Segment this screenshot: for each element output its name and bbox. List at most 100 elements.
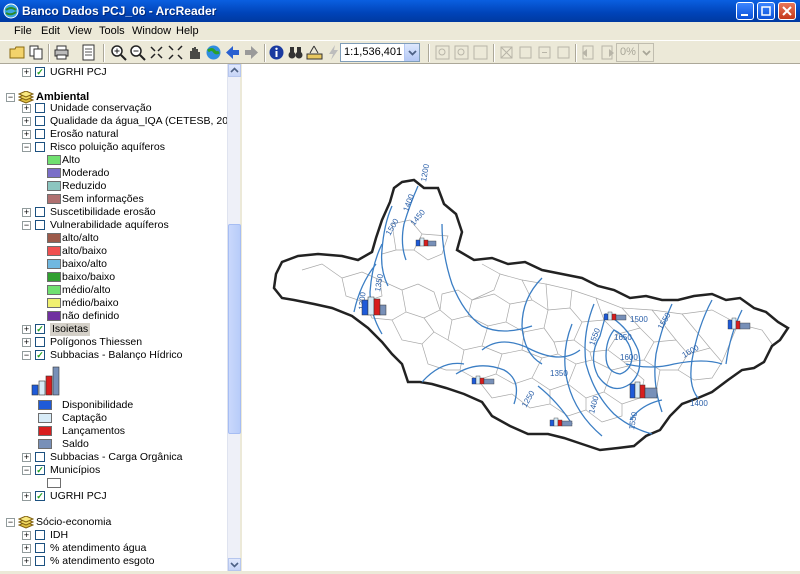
open-button[interactable]: [9, 44, 26, 61]
layer-label[interactable]: Polígonos Thiessen: [50, 336, 142, 349]
zoom-in-button[interactable]: [110, 44, 127, 61]
layout-pan-button[interactable]: [472, 44, 489, 61]
layer-label[interactable]: Vulnerabilidade aquíferos: [50, 219, 169, 232]
close-button[interactable]: [778, 2, 796, 20]
layer-checkbox[interactable]: [35, 337, 45, 347]
layer-checkbox[interactable]: [35, 556, 45, 566]
legend-class: médio/baixo: [0, 297, 227, 310]
identify-button[interactable]: [268, 44, 285, 61]
layer-label[interactable]: % atendimento esgoto: [50, 555, 155, 568]
toc-scrollbar[interactable]: [227, 64, 241, 571]
fixed-layout-zoom-out-button[interactable]: [555, 44, 572, 61]
menu-edit[interactable]: Edit: [41, 25, 60, 37]
expand-button[interactable]: +: [22, 544, 31, 553]
layer-label[interactable]: % atendimento água: [50, 542, 146, 555]
expand-button[interactable]: +: [22, 130, 31, 139]
print-button[interactable]: [53, 44, 70, 61]
layer-label[interactable]: UGRHI PCJ: [50, 66, 107, 79]
menu-help[interactable]: Help: [176, 25, 199, 37]
forward-button[interactable]: [243, 44, 260, 61]
zoom-100-button[interactable]: [517, 44, 534, 61]
scroll-down-button[interactable]: [228, 558, 241, 571]
menu-tools[interactable]: Tools: [99, 25, 125, 37]
find-button[interactable]: [287, 44, 304, 61]
expand-button[interactable]: +: [22, 325, 31, 334]
layer-checkbox[interactable]: [35, 530, 45, 540]
map-view[interactable]: 1200 1400 1450 1500 1350 1300 1550 1650 …: [242, 64, 800, 571]
basin-map[interactable]: 1200 1400 1450 1500 1350 1300 1550 1650 …: [242, 64, 800, 571]
layer-checkbox[interactable]: ✓: [35, 350, 45, 360]
fixed-zoom-in-button[interactable]: [148, 44, 165, 61]
layer-checkbox[interactable]: [35, 543, 45, 553]
scroll-thumb[interactable]: [228, 224, 241, 434]
layer-label[interactable]: Unidade conservação: [50, 102, 152, 115]
fixed-layout-zoom-in-button[interactable]: [536, 44, 553, 61]
expand-button[interactable]: +: [22, 104, 31, 113]
layer-checkbox[interactable]: ✓: [35, 324, 45, 334]
expand-button[interactable]: +: [22, 117, 31, 126]
layer-checkbox[interactable]: ✓: [35, 67, 45, 77]
layer-checkbox[interactable]: ✓: [35, 465, 45, 475]
layer-checkbox[interactable]: [35, 116, 45, 126]
collapse-button[interactable]: −: [6, 518, 15, 527]
layer-label[interactable]: Qualidade da água_IQA (CETESB, 2005): [50, 115, 239, 128]
zoom-out-button[interactable]: [129, 44, 146, 61]
zoom-whole-page-button[interactable]: [498, 44, 515, 61]
layer-label[interactable]: UGRHI PCJ: [50, 490, 107, 503]
transparency-combo[interactable]: 0%: [616, 43, 654, 62]
chevron-down-icon: [408, 50, 417, 56]
minimize-button[interactable]: [736, 2, 754, 20]
expand-button[interactable]: +: [22, 492, 31, 501]
menu-bar: File Edit View Tools Window Help: [0, 22, 800, 40]
menu-window[interactable]: Window: [132, 25, 171, 37]
fixed-zoom-out-button[interactable]: [167, 44, 184, 61]
expand-button[interactable]: +: [22, 68, 31, 77]
menu-view[interactable]: View: [68, 25, 92, 37]
expand-button[interactable]: +: [22, 208, 31, 217]
whole-page-icon: [500, 46, 513, 59]
transparency-dropdown-arrow[interactable]: [638, 44, 653, 61]
group-label[interactable]: Sócio-economia: [36, 516, 111, 529]
expand-button[interactable]: +: [22, 557, 31, 566]
back-button[interactable]: [224, 44, 241, 61]
copy-button[interactable]: [28, 44, 45, 61]
layer-label[interactable]: Isoietas: [50, 323, 91, 336]
layer-label[interactable]: Risco poluição aquíferos: [50, 141, 165, 154]
previous-extent-button[interactable]: [580, 44, 597, 61]
maximize-button[interactable]: [757, 2, 775, 20]
scroll-up-button[interactable]: [228, 64, 241, 77]
measure-button[interactable]: [306, 44, 323, 61]
collapse-button[interactable]: −: [6, 93, 15, 102]
expand-button[interactable]: +: [22, 338, 31, 347]
layout-zoom-in-button[interactable]: [434, 44, 451, 61]
layout-zoom-out-button[interactable]: [453, 44, 470, 61]
layer-checkbox[interactable]: [35, 103, 45, 113]
scale-dropdown-arrow[interactable]: [404, 44, 419, 61]
layout-button[interactable]: [80, 44, 97, 61]
layer-label[interactable]: Subbacias - Balanço Hídrico: [50, 349, 183, 362]
layer-checkbox[interactable]: ✓: [35, 491, 45, 501]
collapse-button[interactable]: −: [22, 143, 31, 152]
expand-button[interactable]: +: [22, 453, 31, 462]
scale-combo[interactable]: 1:1,536,401: [340, 43, 420, 62]
layer-label[interactable]: Municípios: [50, 464, 100, 477]
layer-checkbox[interactable]: [35, 220, 45, 230]
menu-file[interactable]: File: [14, 25, 32, 37]
pan-button[interactable]: [186, 44, 203, 61]
legend-label: alto/alto: [62, 232, 99, 244]
layer-checkbox[interactable]: [35, 129, 45, 139]
layer-checkbox[interactable]: [35, 452, 45, 462]
layer-label[interactable]: IDH: [50, 529, 68, 542]
collapse-button[interactable]: −: [22, 466, 31, 475]
info-icon: [269, 45, 284, 60]
layer-checkbox[interactable]: [35, 207, 45, 217]
collapse-button[interactable]: −: [22, 351, 31, 360]
collapse-button[interactable]: −: [22, 221, 31, 230]
layer-checkbox[interactable]: [35, 142, 45, 152]
layer-label[interactable]: Suscetibilidade erosão: [50, 206, 156, 219]
layer-label[interactable]: Subbacias - Carga Orgânica: [50, 451, 183, 464]
layer-label[interactable]: Erosão natural: [50, 128, 118, 141]
next-extent-button[interactable]: [599, 44, 616, 61]
full-extent-button[interactable]: [205, 44, 222, 61]
expand-button[interactable]: +: [22, 531, 31, 540]
